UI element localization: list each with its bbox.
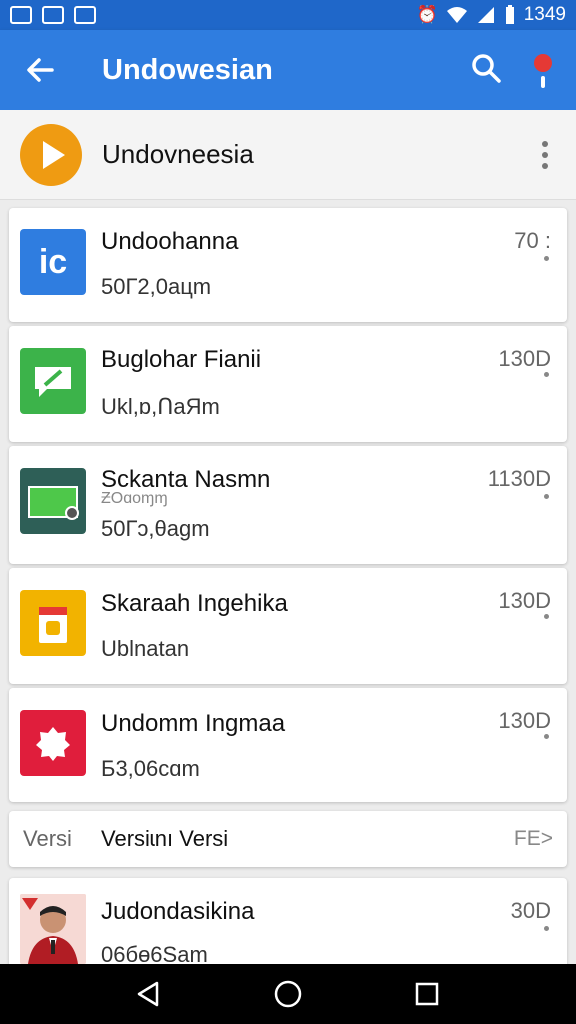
chat-icon	[35, 367, 71, 397]
home-circle-icon	[274, 980, 302, 1008]
nav-home-button[interactable]	[263, 969, 313, 1019]
chat-app-icon	[20, 348, 86, 414]
item-dot	[544, 372, 549, 377]
list-item[interactable]: Undomm Ingmaa Б3,06cɑm 130D	[9, 688, 567, 802]
version-text: Versiɩnı Versi	[101, 826, 229, 851]
list-item[interactable]: ic Undoohanna 50Г2,0aцm 70 :	[9, 208, 567, 322]
ic-app-icon: ic	[20, 229, 86, 295]
item-meta: 130D	[498, 708, 551, 733]
list-item[interactable]: Judondasikina 06бɵ6Sam 30D	[9, 878, 567, 978]
notification-button[interactable]	[530, 50, 556, 90]
play-icon	[20, 123, 82, 186]
card-app-icon	[20, 590, 86, 656]
app-title: Undowesian	[102, 53, 273, 86]
list-item[interactable]: Buglohar Fianii Ukl,ɒ,ՈaЯm 130D	[9, 326, 567, 442]
item-subtitle: Ublnatan	[101, 636, 190, 661]
sub-header[interactable]: Undovneesia	[0, 110, 576, 200]
grid-icon	[74, 6, 96, 24]
version-right: FE>	[513, 827, 553, 850]
recent-square-icon	[415, 982, 438, 1006]
item-subtitle: 50Гɔ,θaɡm	[101, 516, 210, 541]
nav-back-button[interactable]	[124, 969, 174, 1019]
alarm-icon: ⏰	[416, 5, 438, 24]
item-dot	[544, 614, 549, 619]
list-item[interactable]: Skaraah Ingehika Ublnatan 130D	[9, 568, 567, 684]
nav-recent-button[interactable]	[402, 969, 452, 1019]
back-button[interactable]	[0, 30, 80, 110]
item-dot	[544, 734, 549, 739]
item-meta: 70 :	[514, 228, 551, 253]
item-title: Buglohar Fianii	[101, 346, 262, 373]
avatar-icon	[20, 894, 86, 964]
search-icon	[472, 53, 501, 83]
avatar	[20, 894, 86, 964]
item-meta: 30D	[510, 898, 551, 923]
battery-icon	[505, 5, 514, 24]
item-subtitle: 50Г2,0aцm	[101, 274, 212, 299]
signal-icon	[477, 7, 494, 23]
item-dot	[544, 256, 549, 261]
search-button[interactable]	[470, 52, 502, 89]
more-options-button[interactable]	[534, 137, 556, 173]
item-subtitle: Б3,06cɑm	[101, 756, 200, 781]
item-title: Skaraah Ingehika	[101, 590, 288, 617]
item-title: Undoohanna	[101, 228, 239, 255]
item-title: Undomm Ingmaa	[101, 710, 286, 737]
version-label: Versi	[23, 826, 72, 851]
item-meta: 130D	[498, 588, 551, 613]
badge-icon	[36, 727, 70, 761]
image-icon	[10, 6, 32, 24]
badge-app-icon	[20, 710, 86, 776]
card-icon	[39, 607, 67, 643]
item-extra: ƵOɑoɱɱ	[101, 490, 168, 507]
item-dot	[544, 926, 549, 931]
version-row[interactable]: Versi Versiɩnı Versi FE>	[9, 811, 567, 867]
item-meta: 1130D	[487, 466, 551, 491]
item-meta: 130D	[498, 346, 551, 371]
arrow-left-icon	[27, 58, 54, 82]
alert-icon	[534, 54, 552, 72]
list-item[interactable]: Sckanta Nasmn ƵOɑoɱɱ 50Гɔ,θaɡm 1130D	[9, 446, 567, 564]
status-time: 1349	[523, 4, 566, 25]
back-triangle-icon	[138, 981, 159, 1007]
item-title: Judondasikina	[101, 898, 255, 925]
window-app-icon	[20, 468, 86, 534]
window-icon	[28, 486, 79, 520]
app-bar: Undowesian	[0, 30, 576, 110]
sub-header-title: Undovneesia	[102, 139, 254, 169]
nav-bar	[0, 964, 576, 1024]
item-dot	[544, 494, 549, 499]
item-subtitle: Ukl,ɒ,ՈaЯm	[101, 394, 220, 419]
status-bar: ⏰ 1349	[0, 0, 576, 30]
wifi-icon	[446, 7, 467, 23]
mail-icon	[42, 6, 64, 24]
